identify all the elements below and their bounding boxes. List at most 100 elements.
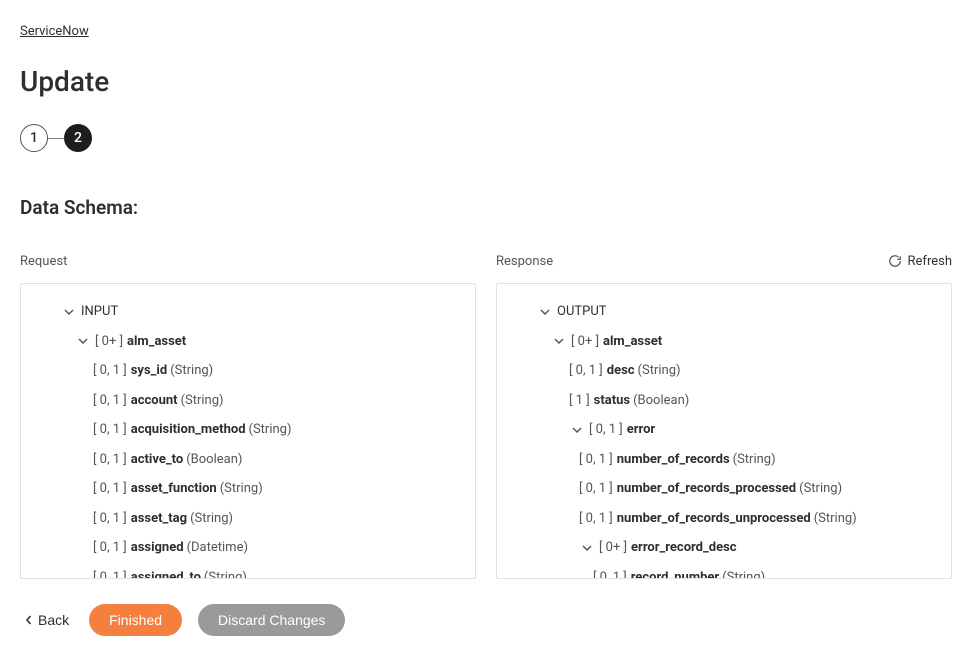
field-name: asset_function bbox=[131, 479, 217, 499]
chevron-down-icon[interactable] bbox=[579, 540, 595, 556]
refresh-icon bbox=[888, 254, 902, 268]
field-type: (String) bbox=[733, 450, 776, 470]
tree-field: [ 0, 1 ] acquisition_method(String) bbox=[31, 418, 465, 442]
chevron-down-icon[interactable] bbox=[569, 422, 585, 438]
field-type: (String) bbox=[638, 361, 681, 381]
cardinality: [ 1 ] bbox=[569, 391, 590, 411]
cardinality: [ 0, 1 ] bbox=[93, 568, 127, 580]
field-type: (String) bbox=[170, 361, 213, 381]
field-name: alm_asset bbox=[603, 332, 662, 352]
tree-root[interactable]: INPUT bbox=[31, 300, 465, 324]
field-name: acquisition_method bbox=[131, 420, 246, 440]
tree-field: [ 0, 1 ] active_to(Boolean) bbox=[31, 448, 465, 472]
field-name: assigned bbox=[131, 538, 184, 558]
tree-root-label: OUTPUT bbox=[557, 302, 607, 322]
tree-field: [ 0, 1 ] desc(String) bbox=[507, 359, 941, 383]
cardinality: [ 0, 1 ] bbox=[93, 450, 127, 470]
field-name: number_of_records_processed bbox=[617, 479, 796, 499]
tree-group[interactable]: [ 0, 1 ] error bbox=[507, 418, 941, 442]
step-1[interactable]: 1 bbox=[20, 124, 48, 152]
breadcrumb[interactable]: ServiceNow bbox=[20, 24, 89, 39]
request-header: Request bbox=[20, 254, 67, 269]
chevron-left-icon bbox=[24, 612, 34, 628]
back-label: Back bbox=[38, 612, 69, 628]
tree-field: [ 0, 1 ] assigned(Datetime) bbox=[31, 536, 465, 560]
cardinality: [ 0, 1 ] bbox=[93, 479, 127, 499]
tree-field: [ 0, 1 ] record_number(String) bbox=[507, 566, 941, 580]
field-name: alm_asset bbox=[127, 332, 186, 352]
field-name: active_to bbox=[131, 450, 183, 470]
field-name: number_of_records_unprocessed bbox=[617, 509, 811, 529]
tree-field: [ 1 ] status(Boolean) bbox=[507, 389, 941, 413]
response-column: Response Refresh OUTPUT[ 0+ ] alm_asset[… bbox=[496, 251, 952, 579]
field-name: account bbox=[131, 391, 178, 411]
tree-group[interactable]: [ 0+ ] alm_asset bbox=[31, 330, 465, 354]
field-type: (String) bbox=[190, 509, 233, 529]
discard-button[interactable]: Discard Changes bbox=[198, 604, 345, 636]
page-title: Update bbox=[20, 65, 952, 98]
refresh-button[interactable]: Refresh bbox=[888, 254, 952, 269]
field-type: (String) bbox=[220, 479, 263, 499]
cardinality: [ 0, 1 ] bbox=[593, 568, 627, 580]
field-type: (Boolean) bbox=[186, 450, 242, 470]
tree-field: [ 0, 1 ] account(String) bbox=[31, 389, 465, 413]
tree-root-label: INPUT bbox=[81, 302, 118, 322]
field-type: (String) bbox=[799, 479, 842, 499]
field-type: (String) bbox=[249, 420, 292, 440]
tree-root[interactable]: OUTPUT bbox=[507, 300, 941, 324]
chevron-down-icon[interactable] bbox=[551, 333, 567, 349]
step-connector bbox=[48, 138, 64, 139]
cardinality: [ 0, 1 ] bbox=[589, 420, 623, 440]
field-name: status bbox=[594, 391, 630, 411]
tree-field: [ 0, 1 ] assigned_to(String) bbox=[31, 566, 465, 580]
chevron-down-icon[interactable] bbox=[61, 304, 77, 320]
footer: Back Finished Discard Changes bbox=[20, 604, 345, 636]
tree-group[interactable]: [ 0+ ] error_record_desc bbox=[507, 536, 941, 560]
cardinality: [ 0, 1 ] bbox=[93, 420, 127, 440]
cardinality: [ 0, 1 ] bbox=[579, 450, 613, 470]
request-panel: INPUT[ 0+ ] alm_asset[ 0, 1 ] sys_id(Str… bbox=[20, 283, 476, 579]
cardinality: [ 0, 1 ] bbox=[579, 509, 613, 529]
step-2[interactable]: 2 bbox=[64, 124, 92, 152]
field-type: (String) bbox=[722, 568, 765, 580]
field-name: sys_id bbox=[131, 361, 167, 381]
cardinality: [ 0+ ] bbox=[599, 538, 627, 558]
cardinality: [ 0+ ] bbox=[571, 332, 599, 352]
field-type: (Boolean) bbox=[633, 391, 689, 411]
tree-field: [ 0, 1 ] number_of_records_unprocessed(S… bbox=[507, 507, 941, 531]
field-type: (String) bbox=[204, 568, 247, 580]
cardinality: [ 0, 1 ] bbox=[579, 479, 613, 499]
refresh-label: Refresh bbox=[908, 254, 952, 269]
request-column: Request INPUT[ 0+ ] alm_asset[ 0, 1 ] sy… bbox=[20, 251, 476, 579]
chevron-down-icon[interactable] bbox=[537, 304, 553, 320]
tree-field: [ 0, 1 ] asset_tag(String) bbox=[31, 507, 465, 531]
tree-field: [ 0, 1 ] asset_function(String) bbox=[31, 477, 465, 501]
field-name: error_record_desc bbox=[631, 538, 737, 558]
stepper: 1 2 bbox=[20, 124, 952, 152]
back-button[interactable]: Back bbox=[20, 606, 73, 634]
tree-field: [ 0, 1 ] number_of_records(String) bbox=[507, 448, 941, 472]
tree-group[interactable]: [ 0+ ] alm_asset bbox=[507, 330, 941, 354]
cardinality: [ 0, 1 ] bbox=[93, 361, 127, 381]
field-name: assigned_to bbox=[131, 568, 201, 580]
finished-button[interactable]: Finished bbox=[89, 604, 182, 636]
cardinality: [ 0, 1 ] bbox=[93, 391, 127, 411]
field-type: (Datetime) bbox=[187, 538, 248, 558]
field-name: desc bbox=[607, 361, 635, 381]
field-name: asset_tag bbox=[131, 509, 187, 529]
field-type: (String) bbox=[814, 509, 857, 529]
chevron-down-icon[interactable] bbox=[75, 333, 91, 349]
response-panel: OUTPUT[ 0+ ] alm_asset[ 0, 1 ] desc(Stri… bbox=[496, 283, 952, 579]
field-name: record_number bbox=[631, 568, 719, 580]
field-name: error bbox=[627, 420, 655, 440]
tree-field: [ 0, 1 ] number_of_records_processed(Str… bbox=[507, 477, 941, 501]
cardinality: [ 0, 1 ] bbox=[93, 509, 127, 529]
section-title: Data Schema: bbox=[20, 196, 952, 219]
cardinality: [ 0+ ] bbox=[95, 332, 123, 352]
cardinality: [ 0, 1 ] bbox=[569, 361, 603, 381]
tree-field: [ 0, 1 ] sys_id(String) bbox=[31, 359, 465, 383]
cardinality: [ 0, 1 ] bbox=[93, 538, 127, 558]
field-name: number_of_records bbox=[617, 450, 730, 470]
field-type: (String) bbox=[181, 391, 224, 411]
response-header: Response bbox=[496, 254, 553, 269]
